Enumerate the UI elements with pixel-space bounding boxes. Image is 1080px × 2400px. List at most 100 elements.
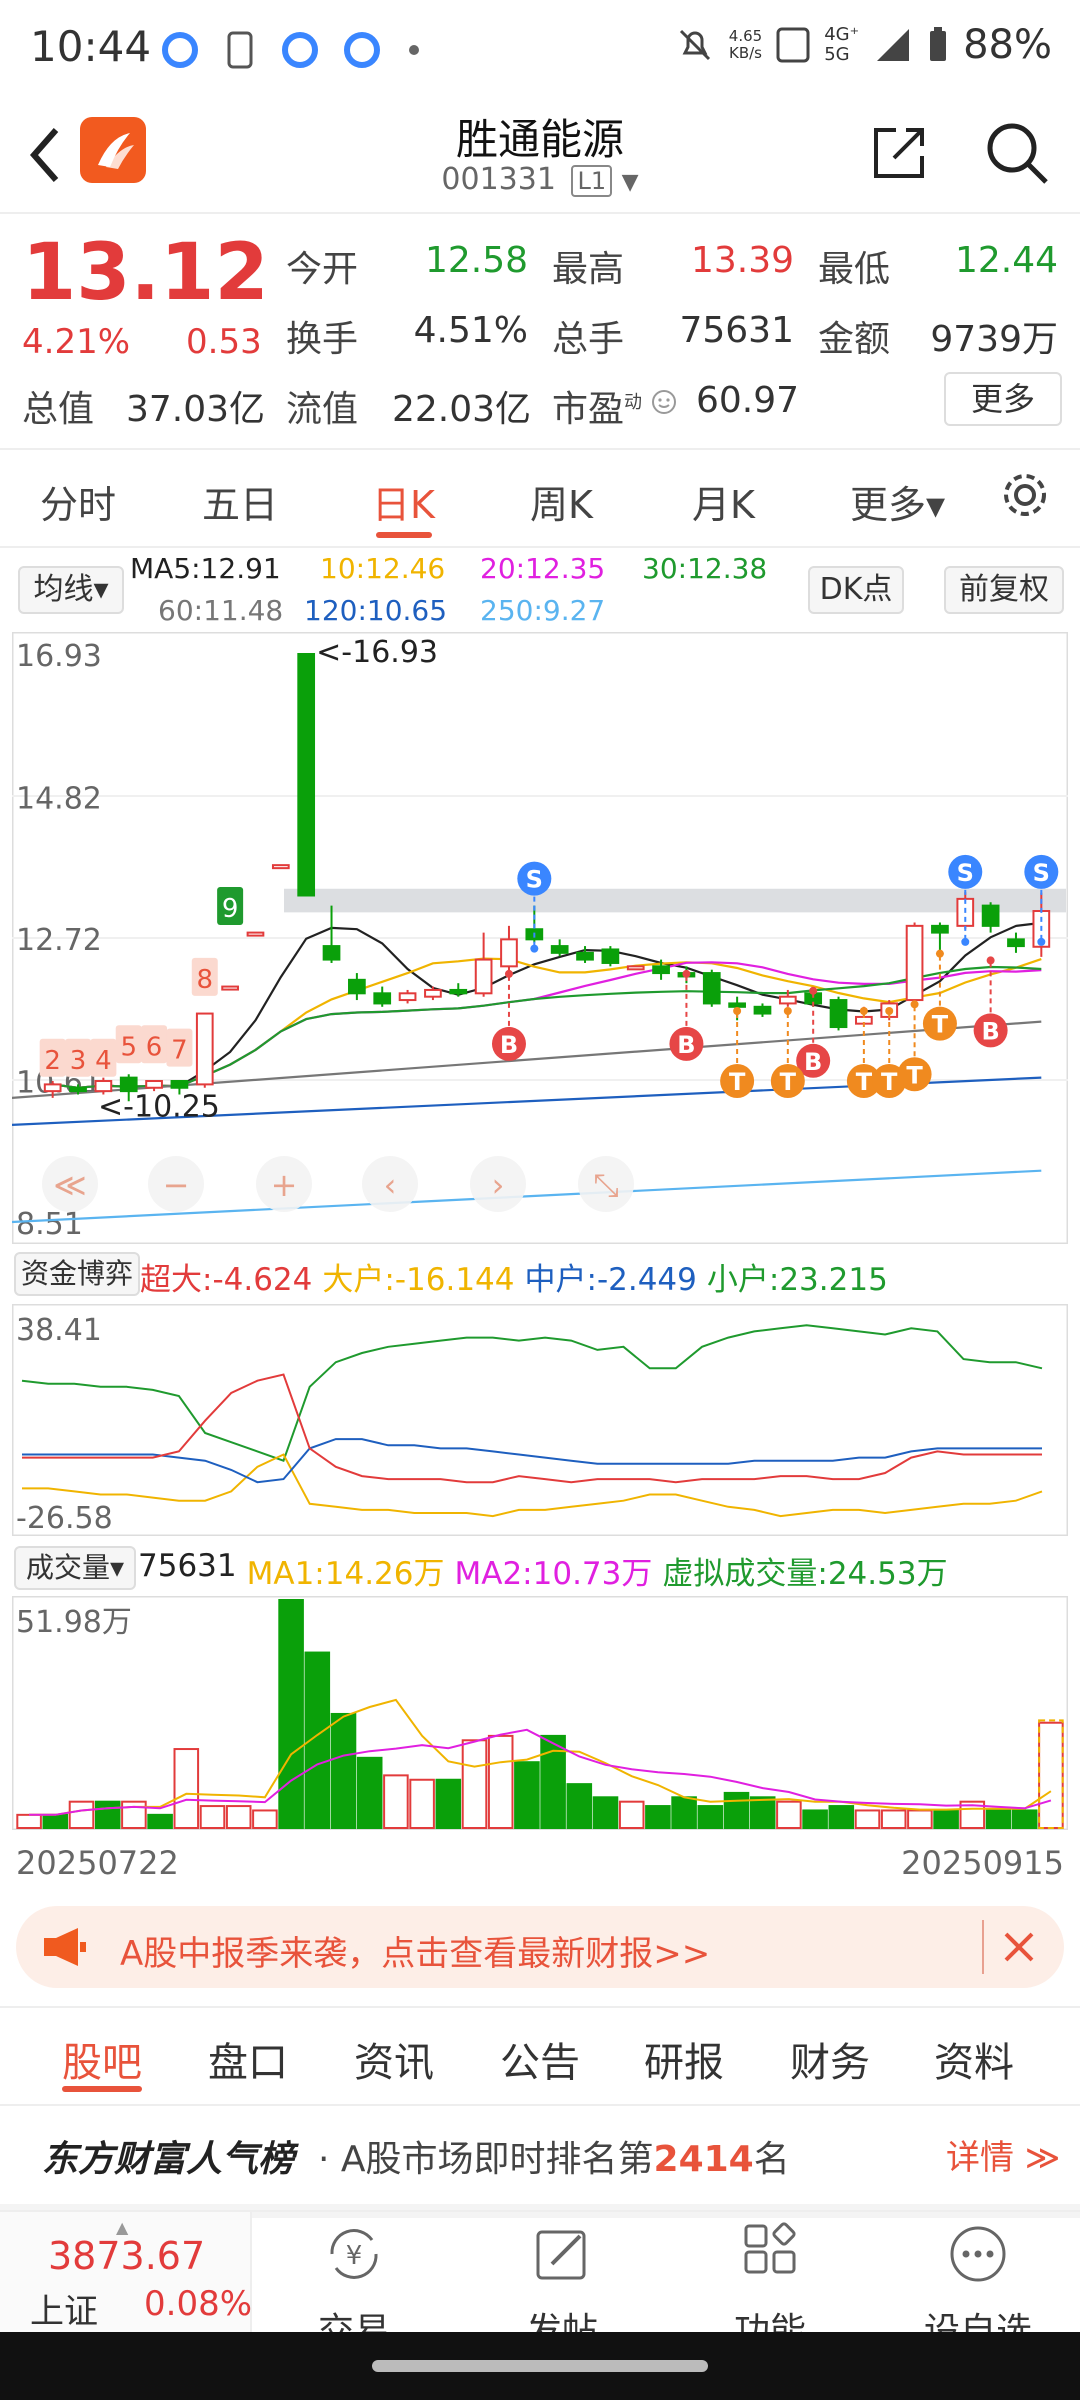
signal-dot <box>859 1007 868 1016</box>
fund-flow-chart[interactable]: 38.41 -26.58 <box>12 1304 1068 1536</box>
legend-vol-ma2: MA2:10.73万 <box>454 1556 653 1592</box>
t-signal-label: T <box>906 1061 923 1089</box>
fund-y-min: -26.58 <box>16 1501 113 1536</box>
dk-point-button[interactable]: DK点 <box>808 566 904 614</box>
rank-details-link[interactable]: 详情 ≫ <box>946 2130 1060 2179</box>
earnings-banner[interactable]: A股中报季来袭，点击查看最新财报>> <box>16 1906 1064 1988</box>
volume-legend: 75631 MA1:14.26万 MA2:10.73万 虚拟成交量:24.53万 <box>138 1548 948 1593</box>
tab-announcements[interactable]: 公告 <box>500 2030 580 2088</box>
candle-body <box>373 992 392 1005</box>
active-tab-indicator <box>376 532 432 538</box>
tab-profile[interactable]: 资料 <box>934 2030 1014 2088</box>
candle-body <box>297 653 316 897</box>
candle-body <box>69 1086 87 1093</box>
open-label: 今开 <box>286 249 359 290</box>
buy-signal-label: B <box>804 1048 822 1076</box>
buy-signal-label: B <box>500 1031 518 1059</box>
volume-chart[interactable]: 51.98万 <box>12 1596 1068 1830</box>
pan-left-button[interactable]: ‹ <box>362 1156 418 1212</box>
candle-body <box>221 985 239 991</box>
t-signal-label: T <box>856 1068 873 1096</box>
adjust-mode-button[interactable]: 前复权 <box>944 566 1064 614</box>
share-button[interactable] <box>868 122 930 188</box>
legend-small: 小户:23.215 <box>706 1262 888 1298</box>
tab-daily-k[interactable]: 日K <box>372 474 435 529</box>
candle-body <box>500 938 518 968</box>
volume-bar <box>566 1783 593 1830</box>
mute-icon <box>679 29 710 61</box>
control-glyph: ‹ <box>384 1166 397 1204</box>
zoom-out-far-button[interactable]: ≪ <box>42 1156 98 1212</box>
settings-gear-icon[interactable] <box>998 468 1052 522</box>
tab-news[interactable]: 资讯 <box>354 2030 434 2088</box>
candle <box>829 996 848 1031</box>
tab-guba[interactable]: 股吧 <box>62 2030 142 2088</box>
volume-bar <box>514 1761 540 1829</box>
status-time: 10:44 <box>30 22 152 71</box>
t-signal: T <box>922 1006 957 1041</box>
high-value: 13.39 <box>690 240 794 281</box>
tab-intraday[interactable]: 分时 <box>40 474 116 529</box>
buy-signal: B <box>669 1026 704 1061</box>
volume-y-max: 51.98万 <box>16 1605 132 1640</box>
tab-monthly-k[interactable]: 月K <box>692 474 755 529</box>
index-value: 3873.67 <box>48 2234 206 2278</box>
candle-body <box>702 972 721 1005</box>
y-tick-label: 8.51 <box>16 1207 83 1242</box>
zoom-in-button[interactable]: + <box>256 1156 312 1212</box>
candle-body <box>981 904 1000 927</box>
t-signal-label: T <box>932 1011 949 1039</box>
tab-pankou[interactable]: 盘口 <box>208 2030 288 2088</box>
home-indicator[interactable] <box>372 2360 708 2372</box>
volume-bar <box>199 1805 226 1829</box>
low-value: 12.44 <box>954 240 1058 281</box>
candle-body <box>145 1080 163 1089</box>
signal-dot <box>783 1007 792 1016</box>
fullscreen-button[interactable]: ⤡ <box>578 1156 634 1212</box>
candle <box>271 864 290 870</box>
signal-dot <box>986 956 995 965</box>
stock-code: 001331 <box>441 162 556 197</box>
candle <box>702 969 721 1007</box>
tab-weekly-k[interactable]: 周K <box>530 474 593 529</box>
hd-icon <box>776 27 810 63</box>
volume-bar <box>121 1800 147 1830</box>
max-price-label: <-16.93 <box>316 635 438 670</box>
network-type: 4G⁺ 5G <box>824 24 860 65</box>
index-name: 上证 <box>30 2292 98 2332</box>
x-axis-start: 20250722 <box>16 1844 179 1882</box>
volume-value: 75631 <box>679 310 794 351</box>
td-count-label: 6 <box>146 1032 163 1062</box>
tab-five-day[interactable]: 五日 <box>202 474 278 529</box>
close-icon[interactable] <box>1000 1928 1038 1966</box>
candle-body <box>195 1012 214 1086</box>
bottom-nav: ▲ 3873.67 上证 0.08% ¥ 交易 发帖 功能 设自选 <box>0 2210 1080 2352</box>
candle <box>905 922 924 1004</box>
buy-signal-label: B <box>981 1017 999 1045</box>
smile-icon <box>652 390 676 414</box>
more-quote-button[interactable]: 更多 <box>944 372 1062 426</box>
control-glyph: − <box>163 1166 190 1204</box>
legend-vol-ma1: MA1:14.26万 <box>246 1556 445 1592</box>
x-axis-end: 20250915 <box>901 1844 1064 1882</box>
kline-chart[interactable]: 16.9314.8212.7210.618.51<-16.93<-10.252 3… <box>12 632 1068 1244</box>
battery-level: 88% <box>963 22 1052 68</box>
ma-selector[interactable]: 均线▾ <box>18 566 124 614</box>
pan-right-button[interactable]: › <box>470 1156 526 1212</box>
candle-body <box>449 988 468 995</box>
tab-more[interactable]: 更多▾ <box>850 474 945 529</box>
fund-flow-selector[interactable]: 资金博弈 <box>14 1252 140 1296</box>
buy-signal: B <box>491 1026 526 1061</box>
search-button[interactable] <box>984 120 1050 190</box>
tab-finance[interactable]: 财务 <box>790 2030 870 2088</box>
candle-body <box>348 978 366 995</box>
volume-bar <box>147 1813 173 1830</box>
status-right: 4.65 KB/s 4G⁺ 5G 88% <box>675 22 1052 68</box>
change-percent: 4.21% <box>22 322 131 362</box>
net-speed: 4.65 KB/s <box>728 27 763 62</box>
volume-selector[interactable]: 成交量▾ <box>14 1546 136 1590</box>
volume-bar <box>880 1809 907 1829</box>
candle-body <box>601 948 620 964</box>
tab-research[interactable]: 研报 <box>644 2030 724 2088</box>
zoom-out-button[interactable]: − <box>148 1156 204 1212</box>
